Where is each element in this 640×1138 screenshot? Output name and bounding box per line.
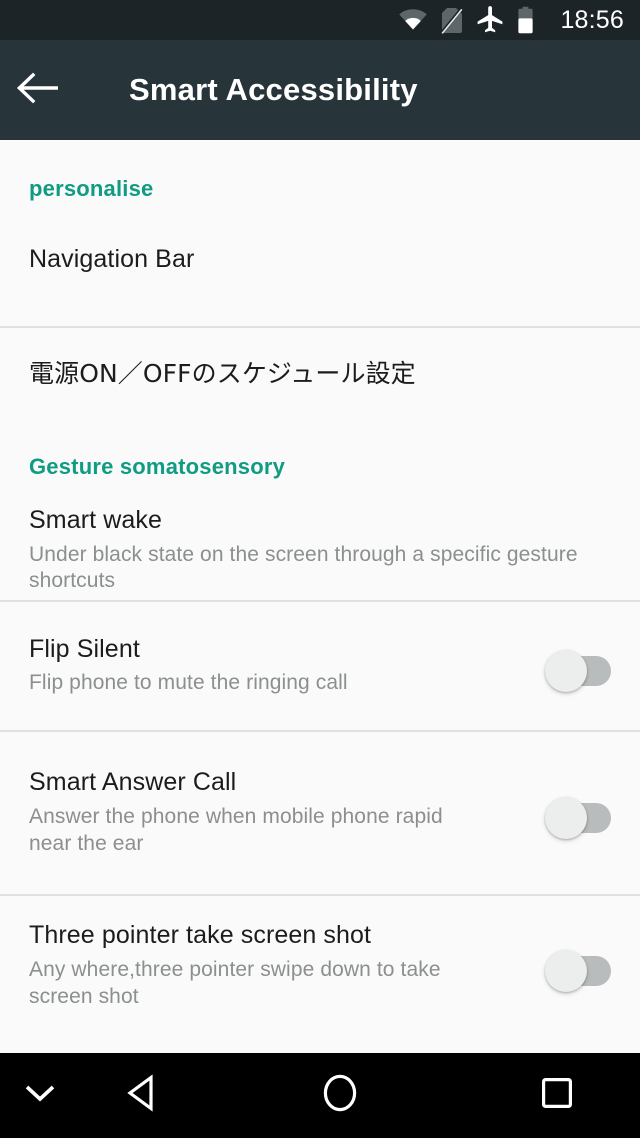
no-sim-icon (441, 6, 464, 34)
recents-nav-button[interactable] (474, 1053, 640, 1138)
list-item-three-pointer-screenshot[interactable]: Three pointer take screen shot Any where… (0, 896, 640, 1036)
battery-icon (517, 6, 534, 34)
list-item-navigation-bar[interactable]: Navigation Bar (0, 229, 640, 291)
switch-thumb (545, 797, 587, 839)
list-item-smart-answer-call[interactable]: Smart Answer Call Answer the phone when … (0, 732, 640, 894)
arrow-left-icon (16, 72, 59, 109)
list-item-title: Navigation Bar (29, 245, 195, 274)
section-header-personalise: personalise (29, 176, 154, 201)
status-bar: 18:56 (0, 0, 640, 40)
status-bar-icons: 18:56 (398, 6, 624, 35)
list-item-subtitle: Answer the phone when mobile phone rapid… (29, 804, 443, 855)
toggle-switch-three-pointer-screenshot[interactable] (545, 946, 611, 992)
system-navigation-bar (0, 1053, 640, 1138)
hide-keyboard-button[interactable] (0, 1053, 80, 1138)
app-bar: Smart Accessibility (0, 40, 640, 140)
list-item-flip-silent[interactable]: Flip Silent Flip phone to mute the ringi… (0, 602, 640, 730)
hide-keyboard-icon (23, 1082, 57, 1109)
list-item-title: Smart wake (29, 506, 162, 534)
section-header-gesture-somatosensory: Gesture somatosensory (29, 454, 286, 479)
back-button[interactable] (0, 40, 74, 140)
list-item-title: 電源ON／OFFのスケジュール設定 (29, 359, 416, 389)
list-item-title: Flip Silent (29, 634, 140, 663)
phone-screen: 18:56 Smart Accessibility personalise Na… (0, 0, 640, 1138)
home-circle-icon (321, 1072, 359, 1119)
recents-square-icon (540, 1076, 574, 1115)
list-item-subtitle: Any where,three pointer swipe down to ta… (29, 957, 441, 1008)
home-nav-button[interactable] (206, 1053, 474, 1138)
wifi-icon (398, 8, 428, 32)
settings-list[interactable]: personalise Navigation Bar 電源ON／OFFのスケジュ… (0, 140, 640, 1053)
page-title: Smart Accessibility (129, 72, 418, 107)
list-item-power-schedule[interactable]: 電源ON／OFFのスケジュール設定 (0, 328, 640, 420)
list-item-title: Three pointer take screen shot (29, 921, 372, 950)
toggle-switch-flip-silent[interactable] (545, 646, 611, 692)
list-item-title: Smart Answer Call (29, 768, 237, 797)
back-nav-button[interactable] (80, 1053, 206, 1138)
status-bar-clock: 18:56 (560, 5, 624, 34)
switch-thumb (545, 650, 587, 692)
toggle-switch-smart-answer-call[interactable] (545, 793, 611, 839)
list-item-subtitle: Flip phone to mute the ringing call (29, 671, 348, 695)
back-triangle-icon (126, 1074, 160, 1117)
list-item-subtitle: Under black state on the screen through … (29, 542, 578, 593)
airplane-mode-icon (476, 6, 504, 34)
switch-thumb (545, 950, 587, 992)
list-item-smart-wake[interactable]: Smart wake Under black state on the scre… (0, 480, 640, 592)
